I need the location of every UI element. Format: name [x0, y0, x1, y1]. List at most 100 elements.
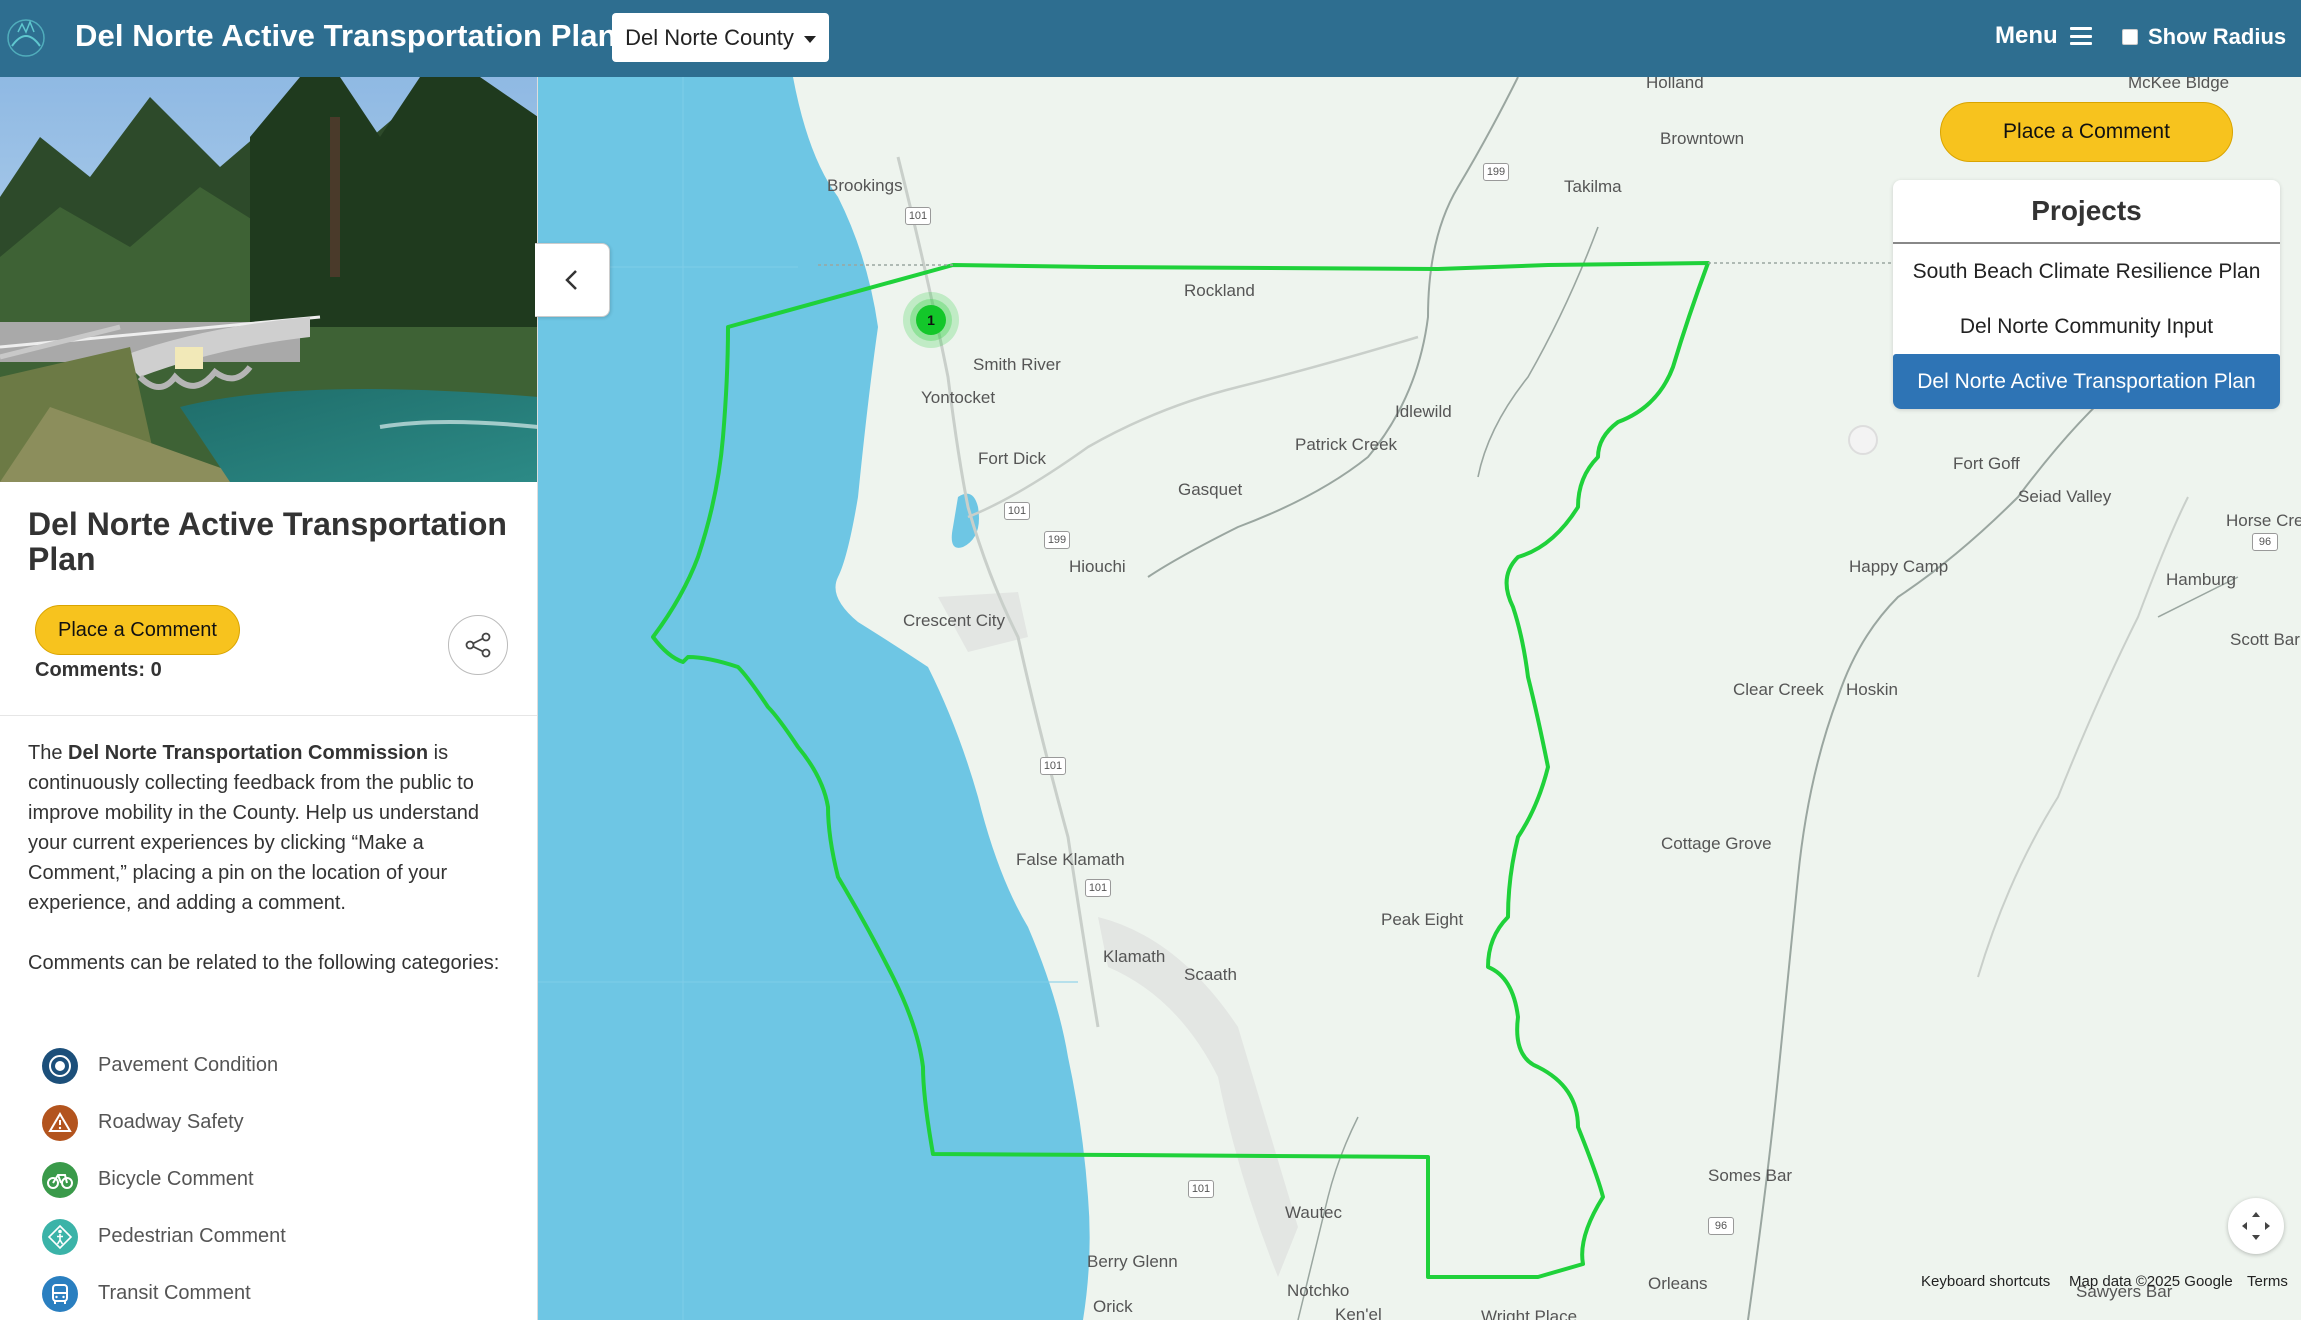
app-title: Del Norte Active Transportation Plan	[75, 18, 617, 53]
place-label: Peak Eight	[1381, 910, 1464, 929]
menu-label: Menu	[1995, 22, 2058, 49]
bus-icon	[42, 1275, 78, 1312]
place-label: Hoskin	[1846, 680, 1898, 699]
place-comment-button[interactable]: Place a Comment	[35, 605, 240, 655]
route-shield: 199	[1483, 163, 1509, 181]
categories-intro: Comments can be related to the following…	[28, 952, 500, 974]
project-item[interactable]: South Beach Climate Resilience Plan	[1893, 244, 2280, 299]
share-icon	[465, 632, 491, 658]
category-item: Transit Comment	[42, 1265, 502, 1320]
place-label: Orick	[1093, 1297, 1133, 1316]
place-label: Fort Goff	[1953, 454, 2020, 473]
fullscreen-icon	[2242, 1212, 2270, 1240]
place-label: Notchko	[1287, 1281, 1350, 1300]
desc-rest: is continuously collecting feedback from…	[28, 742, 479, 914]
place-label: McKee Bldge	[2128, 77, 2230, 92]
keyboard-shortcuts-link[interactable]: Keyboard shortcuts	[1921, 1273, 2050, 1290]
menu-button[interactable]: Menu	[1995, 22, 2092, 50]
project-title: Del Norte Active Transportation Plan	[28, 506, 507, 577]
route-shield: 101	[1004, 502, 1030, 520]
place-label: Orleans	[1648, 1274, 1708, 1293]
route-shield: 96	[2252, 533, 2278, 551]
bicycle-icon	[42, 1161, 78, 1198]
terms-link[interactable]: Terms	[2247, 1273, 2288, 1290]
place-label: Smith River	[973, 355, 1061, 374]
place-label: Rockland	[1184, 281, 1255, 300]
map-place-comment-button[interactable]: Place a Comment	[1940, 102, 2233, 162]
chevron-left-icon	[565, 270, 577, 290]
logo[interactable]	[4, 12, 48, 60]
hero-image	[0, 77, 537, 482]
show-radius-label: Show Radius	[2148, 24, 2287, 49]
place-label: Hamburg	[2166, 570, 2236, 589]
route-shield: 101	[1040, 757, 1066, 775]
place-label: Happy Camp	[1849, 557, 1949, 576]
category-label: Pedestrian Comment	[98, 1225, 286, 1247]
desc-intro: The	[28, 742, 69, 764]
caret-down-icon	[803, 35, 816, 43]
pedestrian-icon	[42, 1218, 78, 1255]
place-label: Klamath	[1103, 947, 1166, 966]
place-label: Brookings	[827, 176, 903, 195]
category-label: Roadway Safety	[98, 1111, 244, 1133]
cluster-count: 1	[927, 312, 935, 328]
county-dropdown-label: Del Norte County	[625, 24, 794, 50]
projects-panel: Projects South Beach Climate Resilience …	[1893, 180, 2280, 409]
route-shield: 101	[1085, 879, 1111, 897]
projects-title: Projects	[1893, 180, 2280, 244]
route-shield: 96	[1708, 1217, 1734, 1235]
show-radius-checkbox[interactable]	[2122, 29, 2138, 45]
share-button[interactable]	[448, 615, 508, 675]
category-item: Pavement Condition	[42, 1037, 502, 1094]
place-label: Scott Bar	[2230, 630, 2300, 649]
pavement-icon	[42, 1047, 78, 1084]
place-label: Holland	[1646, 77, 1704, 92]
place-label: Horse Cre	[2226, 511, 2301, 530]
route-shield: 101	[1188, 1180, 1214, 1198]
comment-cluster-marker[interactable]: 1	[902, 291, 960, 349]
sidebar: Del Norte Active Transportation Plan Pla…	[0, 77, 538, 1320]
place-label: Ken'el	[1335, 1305, 1382, 1320]
project-description: The Del Norte Transportation Commission …	[28, 738, 518, 918]
place-label: Patrick Creek	[1295, 435, 1398, 454]
place-label: Wautec	[1285, 1203, 1343, 1222]
place-label: Gasquet	[1178, 480, 1243, 499]
place-label: Browntown	[1660, 129, 1745, 148]
show-radius-toggle[interactable]: Show Radius	[2122, 24, 2286, 50]
route-shield: 199	[1044, 531, 1070, 549]
place-label: Idlewild	[1395, 402, 1452, 421]
warning-icon	[42, 1104, 78, 1141]
map-data-attribution: Map data ©2025 Google	[2069, 1273, 2233, 1290]
place-label: Cottage Grove	[1661, 834, 1772, 853]
divider	[0, 715, 537, 716]
place-label: Scaath	[1184, 965, 1237, 984]
desc-commission: Del Norte Transportation Commission	[68, 742, 429, 764]
place-label: Wright Place	[1481, 1307, 1578, 1320]
place-label: Berry Glenn	[1087, 1252, 1178, 1271]
category-item: Roadway Safety	[42, 1094, 502, 1151]
place-label: Crescent City	[903, 611, 1006, 630]
category-item: Bicycle Comment	[42, 1151, 502, 1208]
place-label: Fort Dick	[978, 449, 1046, 468]
project-item-active[interactable]: Del Norte Active Transportation Plan	[1893, 354, 2280, 409]
comments-count: Comments: 0	[35, 659, 162, 681]
fullscreen-button[interactable]	[2228, 1198, 2284, 1254]
category-item: Pedestrian Comment	[42, 1208, 502, 1265]
place-label: Somes Bar	[1708, 1166, 1793, 1185]
category-list: Pavement Condition Roadway Safety Bicycl…	[42, 1037, 502, 1320]
category-label: Pavement Condition	[98, 1054, 279, 1076]
hamburger-icon	[2069, 27, 2092, 45]
county-dropdown[interactable]: Del Norte County	[612, 13, 829, 62]
place-label: False Klamath	[1016, 850, 1125, 869]
place-label: Yontocket	[921, 388, 996, 407]
category-label: Bicycle Comment	[98, 1168, 254, 1190]
place-label: Hiouchi	[1069, 557, 1126, 576]
project-item[interactable]: Del Norte Community Input	[1893, 299, 2280, 354]
collapse-sidebar-button[interactable]	[535, 243, 610, 317]
map-pin-icon[interactable]	[1848, 425, 1878, 455]
top-navbar: Del Norte Active Transportation Plan Del…	[0, 0, 2301, 77]
place-label: Seiad Valley	[2018, 487, 2112, 506]
place-label: Takilma	[1564, 177, 1622, 196]
place-label: Clear Creek	[1733, 680, 1824, 699]
route-shield: 101	[905, 207, 931, 225]
